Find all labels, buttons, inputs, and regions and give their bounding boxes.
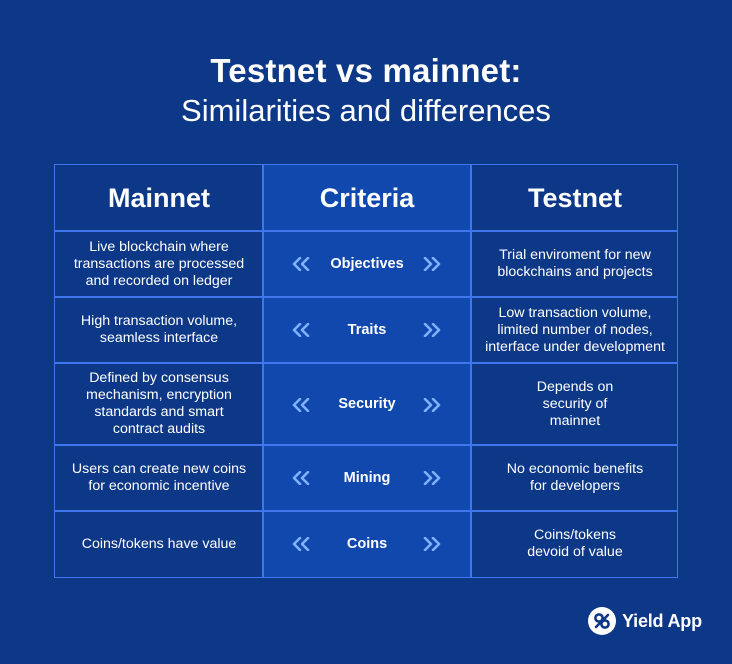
double-chevron-left-icon [292, 537, 310, 551]
page-title: Testnet vs mainnet: [210, 52, 522, 89]
testnet-cell: Low transaction volume, limited number o… [485, 304, 665, 355]
page-subtitle: Similarities and differences [181, 93, 551, 128]
testnet-cell: Depends on security of mainnet [536, 378, 614, 429]
header-mainnet: Mainnet [107, 182, 210, 213]
double-chevron-right-icon [423, 398, 441, 412]
double-chevron-left-icon [292, 257, 310, 271]
testnet-cell: Coins/tokens devoid of value [527, 527, 623, 560]
testnet-cell: No economic benefits for developers [506, 461, 644, 494]
double-chevron-left-icon [292, 398, 310, 412]
header-criteria: Criteria [319, 182, 415, 213]
double-chevron-left-icon [292, 471, 310, 485]
double-chevron-right-icon [423, 537, 441, 551]
mainnet-cell: Live blockchain where transactions are p… [73, 238, 245, 289]
testnet-cell: Trial enviroment for new blockchains and… [497, 247, 653, 280]
double-chevron-left-icon [292, 323, 310, 337]
mainnet-cell: Defined by consensus mechanism, encrypti… [86, 370, 232, 437]
double-chevron-right-icon [423, 257, 441, 271]
brand-logo: Yield App [588, 606, 702, 636]
mainnet-cell: High transaction volume, seamless interf… [80, 313, 238, 346]
comparison-table: Mainnet Criteria Testnet Live blockchain… [54, 164, 678, 578]
yield-app-logo-icon [588, 607, 616, 635]
double-chevron-right-icon [423, 471, 441, 485]
brand-name: Yield App [622, 610, 702, 631]
mainnet-cell: Users can create new coins for economic … [71, 461, 247, 494]
double-chevron-right-icon [423, 323, 441, 337]
mainnet-cell: Coins/tokens have value [81, 535, 237, 552]
header-testnet: Testnet [527, 182, 622, 213]
